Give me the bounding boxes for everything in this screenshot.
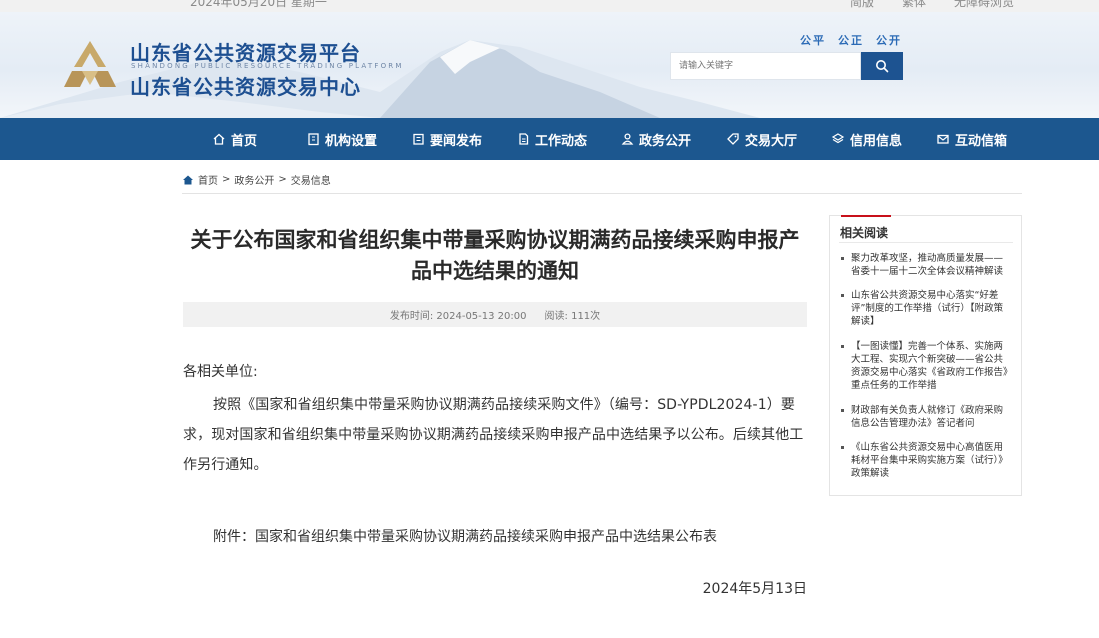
utility-link-traditional[interactable]: 繁体 xyxy=(902,0,926,10)
header-banner: 山东省公共资源交易平台 SHANDONG PUBLIC RESOURCE TRA… xyxy=(0,12,1099,118)
article-body: 按照《国家和省组织集中带量采购协议期满药品接续采购文件》（编号：SD-YPDL2… xyxy=(183,397,804,473)
related-reading-panel: 相关阅读 聚力改革攻坚，推动高质量发展——省委十一届十二次全体会议精神解读 山东… xyxy=(829,215,1022,496)
home-icon xyxy=(213,133,225,145)
article-meta: 发布时间: 2024-05-13 20:00 阅读: 111次 xyxy=(183,302,807,327)
related-item[interactable]: 财政部有关负责人就修订《政府采购信息公告管理办法》答记者问 xyxy=(841,404,1011,430)
nav-item-work[interactable]: 工作动态 xyxy=(517,118,587,160)
nav-label-trading: 交易大厅 xyxy=(745,133,798,149)
bullet-icon xyxy=(841,409,844,412)
home-icon xyxy=(183,175,193,184)
related-divider xyxy=(839,242,1013,243)
slogans: 公平 公正 公开 xyxy=(800,32,902,48)
nav-label-credit: 信用信息 xyxy=(850,133,903,149)
search-button[interactable] xyxy=(861,52,903,80)
document-icon xyxy=(519,133,529,145)
nav-label-mailbox: 互动信箱 xyxy=(955,133,1008,149)
nav-item-credit[interactable]: 信用信息 xyxy=(831,118,902,160)
publish-label: 发布时间: xyxy=(389,311,434,322)
related-item-text: 【一图读懂】完善一个体系、实施两大工程、实现六个新突破——省公共资源交易中心落实… xyxy=(851,341,1008,391)
views-label: 阅读: xyxy=(544,311,568,322)
related-item-text: 《山东省公共资源交易中心高值医用耗材平台集中采购实施方案（试行）》政策解读 xyxy=(851,442,1008,479)
bullet-icon xyxy=(841,446,844,449)
search-input[interactable] xyxy=(670,52,861,80)
news-icon xyxy=(413,133,424,145)
article-title: 关于公布国家和省组织集中带量采购协议期满药品接续采购申报产品中选结果的通知 xyxy=(190,228,800,283)
person-icon xyxy=(621,133,634,145)
top-utility-bar: 2024年05月20日 星期一 简版 繁体 无障碍浏览 xyxy=(0,0,1099,12)
nav-item-mailbox[interactable]: 互动信箱 xyxy=(936,118,1007,160)
nav-item-trading[interactable]: 交易大厅 xyxy=(726,118,797,160)
nav-label-home: 首页 xyxy=(231,133,258,149)
article-date: 2024年5月13日 xyxy=(702,581,807,597)
slogan-open: 公开 xyxy=(876,34,902,47)
bullet-icon xyxy=(841,257,844,260)
search-icon xyxy=(876,60,889,73)
current-date: 2024年05月20日 星期一 xyxy=(190,0,327,9)
breadcrumb: 首页 > 政务公开 > 交易信息 xyxy=(182,172,331,187)
publish-time: 2024-05-13 20:00 xyxy=(436,311,527,322)
related-item-text: 财政部有关负责人就修订《政府采购信息公告管理办法》答记者问 xyxy=(851,405,1004,429)
nav-item-government[interactable]: 政务公开 xyxy=(621,118,691,160)
nav-item-home[interactable]: 首页 xyxy=(212,118,257,160)
related-item-text: 山东省公共资源交易中心落实“好差评”制度的工作举措（试行）【附政策解读】 xyxy=(851,290,1004,327)
related-item-text: 聚力改革攻坚，推动高质量发展——省委十一届十二次全体会议精神解读 xyxy=(851,253,1004,277)
nav-item-news[interactable]: 要闻发布 xyxy=(412,118,482,160)
related-item[interactable]: 山东省公共资源交易中心落实“好差评”制度的工作举措（试行）【附政策解读】 xyxy=(841,289,1011,328)
layers-icon xyxy=(831,133,845,144)
related-item[interactable]: 《山东省公共资源交易中心高值医用耗材平台集中采购实施方案（试行）》政策解读 xyxy=(841,441,1011,480)
bullet-icon xyxy=(841,345,844,348)
center-title: 山东省公共资源交易中心 xyxy=(130,75,361,99)
article-attachment[interactable]: 附件：国家和省组织集中带量采购协议期满药品接续采购申报产品中选结果公布表 xyxy=(213,522,837,552)
mail-icon xyxy=(937,134,949,144)
breadcrumb-government[interactable]: 政务公开 xyxy=(234,172,274,187)
article-greeting: 各相关单位: xyxy=(183,364,258,380)
main-nav: 首页 机构设置 要闻发布 工作动态 政务公开 交易大厅 信用信息 互动信箱 xyxy=(0,118,1099,160)
related-item[interactable]: 【一图读懂】完善一个体系、实施两大工程、实现六个新突破——省公共资源交易中心落实… xyxy=(841,340,1011,392)
breadcrumb-separator: > xyxy=(278,174,287,185)
breadcrumb-home[interactable]: 首页 xyxy=(198,172,218,187)
nav-label-government: 政务公开 xyxy=(639,133,692,149)
publish-info: 发布时间: 2024-05-13 20:00 xyxy=(390,307,527,322)
slogan-fair: 公平 xyxy=(800,34,826,47)
breadcrumb-separator: > xyxy=(222,174,231,185)
related-accent-bar xyxy=(841,215,891,217)
tag-icon xyxy=(727,133,739,145)
related-item[interactable]: 聚力改革攻坚，推动高质量发展——省委十一届十二次全体会议精神解读 xyxy=(841,252,1011,278)
building-icon xyxy=(308,133,319,146)
platform-logo xyxy=(64,41,116,87)
nav-item-organization[interactable]: 机构设置 xyxy=(307,118,377,160)
bullet-icon xyxy=(841,294,844,297)
utility-link-simplified[interactable]: 简版 xyxy=(850,0,874,10)
views-info: 阅读: 111次 xyxy=(545,307,601,322)
nav-label-organization: 机构设置 xyxy=(325,133,378,149)
utility-links: 简版 繁体 无障碍浏览 xyxy=(850,0,1014,10)
breadcrumb-divider xyxy=(182,193,1022,194)
nav-label-work: 工作动态 xyxy=(535,133,588,149)
platform-title-english: SHANDONG PUBLIC RESOURCE TRADING PLATFOR… xyxy=(131,62,404,70)
views-count: 111次 xyxy=(571,311,601,322)
breadcrumb-trading-info[interactable]: 交易信息 xyxy=(291,172,331,187)
related-title: 相关阅读 xyxy=(840,226,889,240)
slogan-just: 公正 xyxy=(838,34,864,47)
utility-link-accessibility[interactable]: 无障碍浏览 xyxy=(954,0,1014,10)
nav-label-news: 要闻发布 xyxy=(430,133,483,149)
